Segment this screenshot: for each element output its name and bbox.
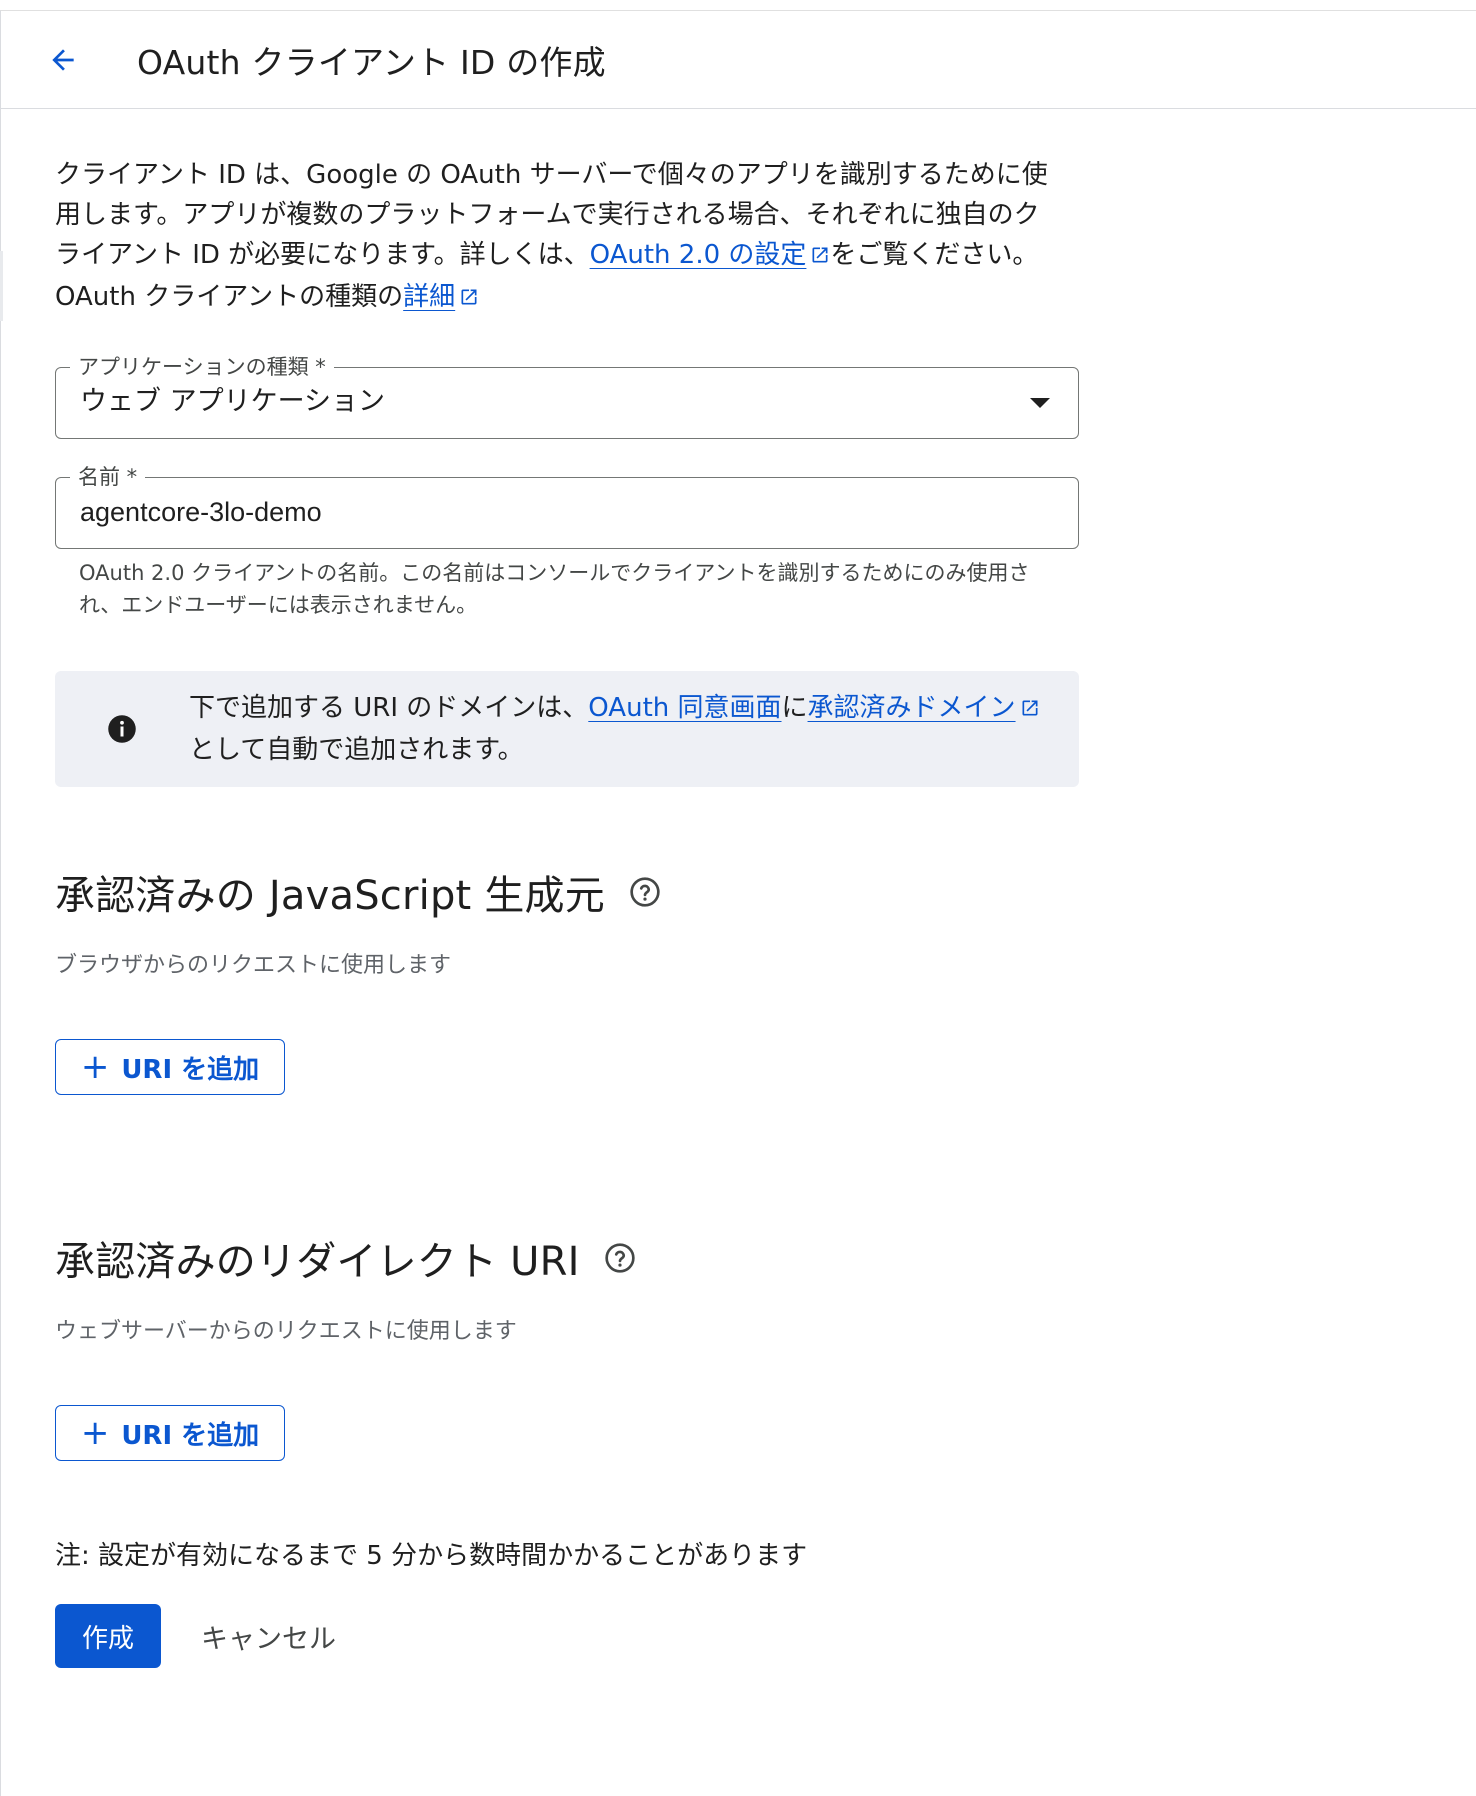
help-icon[interactable]: [629, 876, 661, 908]
redirect-uris-title: 承認済みのリダイレクト URI: [55, 1239, 580, 1285]
name-input[interactable]: [80, 494, 1020, 530]
header: OAuth クライアント ID の作成: [1, 11, 1476, 109]
dropdown-arrow-icon: [1030, 398, 1050, 408]
authorized-domains-link[interactable]: 承認済みドメイン: [808, 693, 1040, 723]
add-uri-label: URI を追加: [121, 1054, 260, 1085]
info-text-part: に: [781, 693, 808, 723]
js-origins-subtitle: ブラウザからのリクエストに使用します: [55, 953, 452, 978]
propagation-note: 注: 設定が有効になるまで 5 分から数時間かかることがあります: [55, 1541, 808, 1571]
name-field-container: 名前 *: [55, 464, 1079, 549]
add-uri-label: URI を追加: [121, 1420, 260, 1451]
sidebar-edge: [0, 251, 3, 321]
external-link-icon: [459, 279, 479, 319]
external-link-icon: [810, 237, 830, 277]
oauth-settings-link-label: OAuth 2.0 の設定: [589, 240, 807, 270]
details-link-label: 詳細: [403, 282, 456, 312]
js-origins-title-row: 承認済みの JavaScript 生成元: [55, 863, 1079, 921]
back-arrow-icon[interactable]: [39, 36, 87, 84]
intro-text: クライアント ID は、Google の OAuth サーバーで個々のアプリを識…: [55, 155, 1065, 319]
page-title: OAuth クライアント ID の作成: [137, 42, 606, 82]
redirect-uris-title-row: 承認済みのリダイレクト URI: [55, 1229, 1079, 1287]
add-js-origin-uri-button[interactable]: + URI を追加: [55, 1039, 285, 1095]
oauth-settings-link[interactable]: OAuth 2.0 の設定: [590, 240, 831, 270]
name-helper-text: OAuth 2.0 クライアントの名前。この名前はコンソールでクライアントを識別…: [79, 561, 1030, 617]
plus-icon: +: [80, 1047, 110, 1087]
info-text-part: として自動で追加されます。: [189, 735, 524, 765]
js-origins-section: 承認済みの JavaScript 生成元 ブラウザからのリクエストに使用します …: [55, 863, 1079, 1095]
application-type-value: ウェブ アプリケーション: [80, 386, 386, 417]
info-icon: [108, 715, 136, 743]
form-content: クライアント ID は、Google の OAuth サーバーで個々のアプリを識…: [1, 155, 1079, 1668]
help-icon[interactable]: [604, 1242, 636, 1274]
info-banner: 下で追加する URI のドメインは、OAuth 同意画面に承認済みドメインとして…: [55, 671, 1079, 787]
external-link-icon: [1020, 690, 1040, 730]
cancel-button[interactable]: キャンセル: [201, 1617, 336, 1656]
authorized-domains-link-label: 承認済みドメイン: [807, 693, 1016, 723]
application-type-label: アプリケーションの種類 *: [70, 354, 334, 380]
create-button[interactable]: 作成: [55, 1604, 161, 1668]
client-types-details-link[interactable]: 詳細: [403, 282, 479, 312]
info-text-part: 下で追加する URI のドメインは、: [189, 693, 589, 723]
redirect-uris-section: 承認済みのリダイレクト URI ウェブサーバーからのリクエストに使用します + …: [55, 1229, 1079, 1461]
js-origins-title: 承認済みの JavaScript 生成元: [55, 873, 605, 919]
page: OAuth クライアント ID の作成 クライアント ID は、Google の…: [0, 10, 1476, 1796]
info-banner-text: 下で追加する URI のドメインは、OAuth 同意画面に承認済みドメインとして…: [189, 688, 1049, 770]
consent-screen-link[interactable]: OAuth 同意画面: [588, 693, 781, 723]
name-field-label: 名前 *: [70, 464, 146, 490]
add-redirect-uri-button[interactable]: + URI を追加: [55, 1405, 285, 1461]
plus-icon: +: [80, 1413, 110, 1453]
form-actions: 作成 キャンセル: [55, 1604, 1079, 1668]
redirect-uris-subtitle: ウェブサーバーからのリクエストに使用します: [55, 1319, 517, 1344]
application-type-select[interactable]: アプリケーションの種類 * ウェブ アプリケーション: [55, 354, 1079, 439]
